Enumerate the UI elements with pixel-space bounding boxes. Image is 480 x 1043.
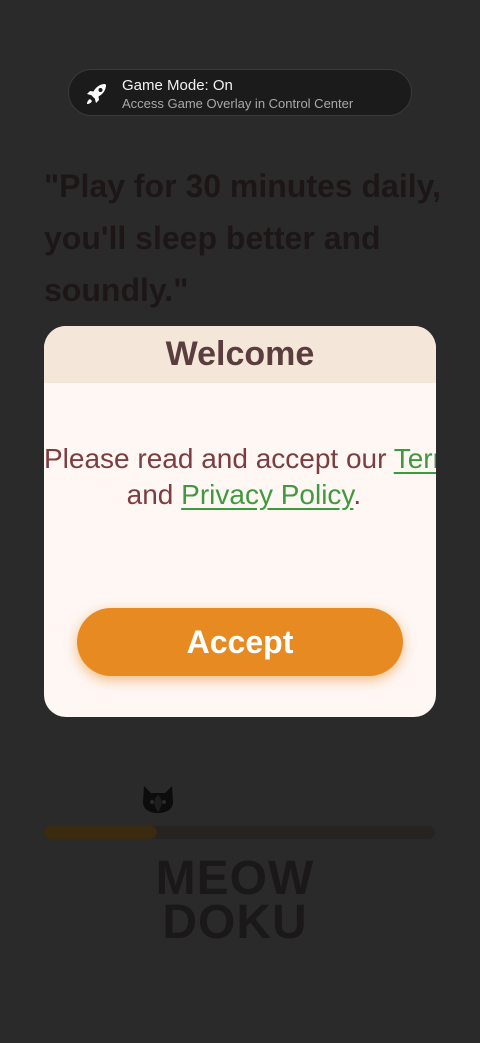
message-prefix: Please read and accept our (44, 443, 394, 474)
dialog-title: Welcome (165, 335, 315, 373)
cat-icon (143, 786, 173, 813)
progress-fill (44, 826, 158, 839)
app-screen: Game Mode: On Access Game Overlay in Con… (0, 0, 480, 1043)
rocket-icon (87, 84, 106, 104)
logo-line-2: DOKU (162, 896, 308, 949)
message-middle: and (118, 479, 182, 510)
terms-of-service-link[interactable]: Terms of Service (394, 443, 436, 474)
message-suffix: . (353, 479, 362, 510)
privacy-policy-link[interactable]: Privacy Policy (181, 479, 353, 510)
game-mode-title: Game Mode: On (122, 77, 233, 94)
game-mode-banner[interactable]: Game Mode: On Access Game Overlay in Con… (68, 69, 412, 116)
meowdoku-logo: MEOW DOKU (150, 855, 320, 965)
daily-quote: "Play for 30 minutes daily, you'll sleep… (44, 168, 441, 308)
accept-button[interactable]: Accept (77, 608, 403, 676)
dialog-header: Welcome (44, 326, 436, 383)
welcome-dialog: Welcome Please read and accept our Terms… (44, 326, 436, 717)
progress-bar (44, 826, 435, 839)
game-mode-subtitle: Access Game Overlay in Control Center (122, 96, 354, 111)
dialog-message: Please read and accept our Terms of Serv… (44, 441, 436, 513)
